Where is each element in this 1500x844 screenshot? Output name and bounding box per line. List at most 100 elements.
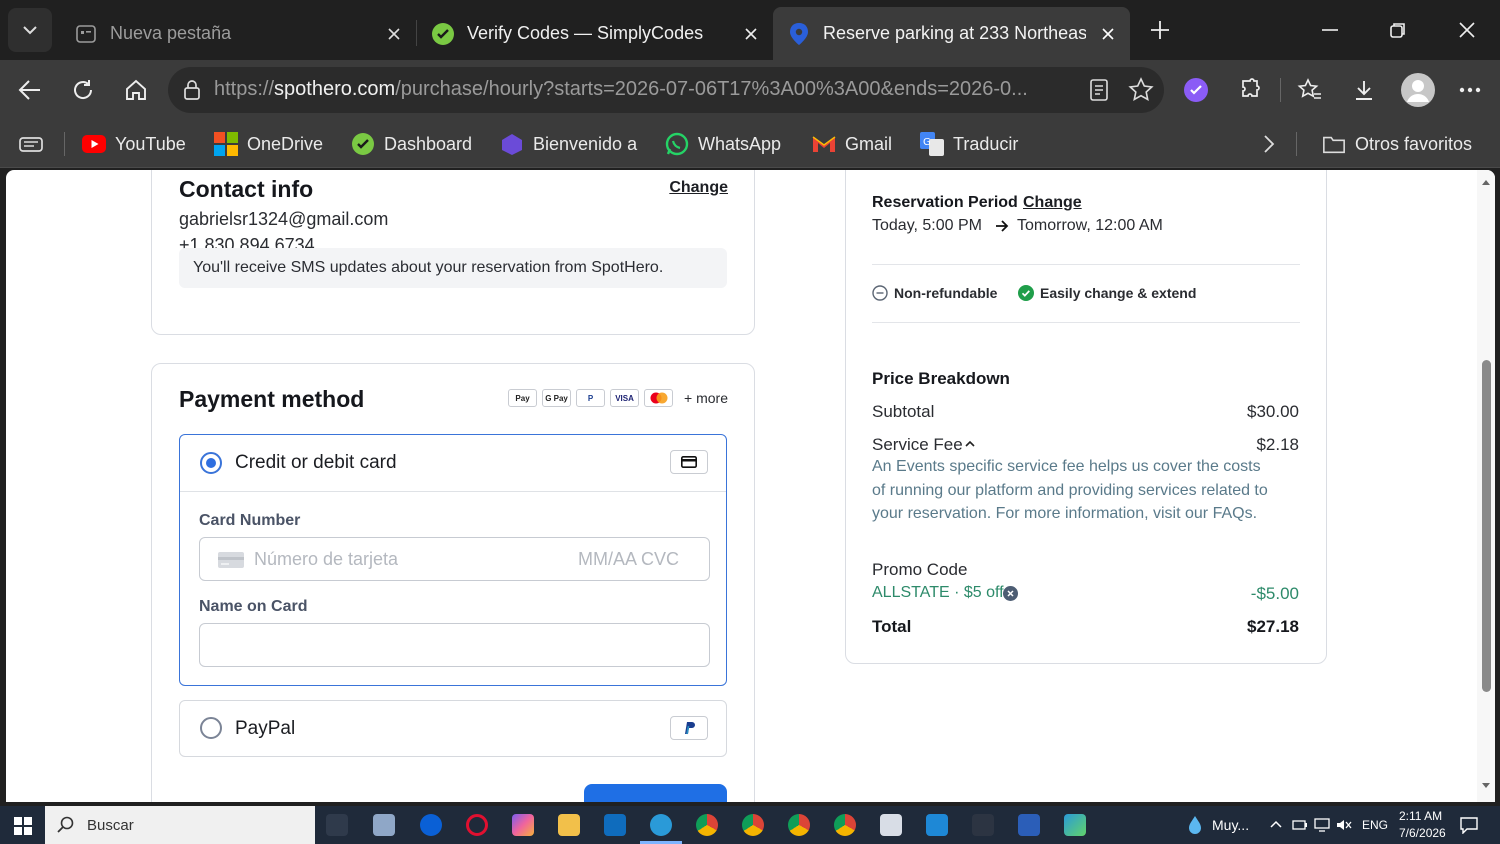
- close-tab-icon[interactable]: [382, 22, 406, 46]
- google-pay-badge: G Pay: [542, 389, 572, 407]
- favorite-dashboard[interactable]: Dashboard: [351, 130, 472, 158]
- task-view-icon[interactable]: [326, 814, 348, 836]
- credit-card-option[interactable]: Credit or debit card Card Number Número …: [179, 434, 727, 686]
- card-number-input[interactable]: Número de tarjeta MM/AA CVC: [199, 537, 710, 581]
- close-icon: [1459, 22, 1475, 38]
- file-explorer-icon[interactable]: [558, 814, 580, 836]
- scrollbar-thumb[interactable]: [1482, 360, 1491, 692]
- tray-chevron-icon[interactable]: [1270, 819, 1282, 829]
- clock-time[interactable]: 2:11 AM: [1399, 809, 1442, 823]
- favorite-star-icon[interactable]: [1128, 77, 1154, 108]
- app-dark-icon[interactable]: [972, 814, 994, 836]
- close-window-button[interactable]: [1447, 10, 1487, 50]
- reader-mode-icon[interactable]: [1088, 78, 1110, 107]
- weather-icon[interactable]: [1184, 814, 1206, 836]
- collections-button[interactable]: [18, 130, 44, 158]
- network-icon[interactable]: [1314, 818, 1330, 832]
- service-fee-label[interactable]: Service Fee: [872, 435, 963, 455]
- contact-email: gabrielsr1324@gmail.com: [179, 209, 389, 229]
- home-button[interactable]: [116, 70, 156, 110]
- opera-icon[interactable]: [466, 814, 488, 836]
- close-tab-icon[interactable]: [739, 22, 763, 46]
- favorite-label: Traducir: [953, 133, 1019, 154]
- tab-actions-button[interactable]: [8, 8, 52, 52]
- windows-taskbar: Buscar Muy... ENG 2:11 AM 7/6/2026: [0, 806, 1500, 844]
- chrome-profile-3-icon[interactable]: [834, 814, 856, 836]
- back-button[interactable]: [10, 70, 50, 110]
- weather-text[interactable]: Muy...: [1212, 817, 1249, 833]
- credit-card-radio[interactable]: [200, 452, 222, 474]
- taskbar-search[interactable]: Buscar: [45, 806, 315, 844]
- remove-promo-icon[interactable]: [1003, 586, 1018, 601]
- reservation-change-link[interactable]: Change: [1023, 194, 1082, 212]
- favorite-gmail[interactable]: Gmail: [812, 130, 892, 158]
- paypal-radio[interactable]: [200, 717, 222, 739]
- tab-simplycodes[interactable]: Verify Codes — SimplyCodes: [417, 7, 773, 60]
- microsoft-icon: [214, 132, 238, 156]
- favorite-label: OneDrive: [247, 133, 324, 154]
- svg-text:G: G: [923, 137, 931, 148]
- paypal-option[interactable]: PayPal: [179, 700, 727, 757]
- simplycodes-extension-button[interactable]: [1176, 70, 1216, 110]
- chevron-down-icon: [23, 26, 37, 35]
- copilot-icon[interactable]: [512, 814, 534, 836]
- menu-button[interactable]: [1450, 70, 1490, 110]
- app-green-icon[interactable]: [1064, 814, 1086, 836]
- reload-icon: [74, 80, 93, 99]
- notification-icon[interactable]: [1460, 816, 1478, 834]
- favorite-bienvenido[interactable]: Bienvenido a: [500, 130, 637, 158]
- language-indicator[interactable]: ENG: [1362, 818, 1388, 832]
- windows-start-icon[interactable]: [14, 817, 32, 835]
- scroll-up-icon[interactable]: [1481, 178, 1491, 186]
- address-bar[interactable]: https://spothero.com/purchase/hourly?sta…: [168, 67, 1164, 113]
- calculator-icon[interactable]: [373, 814, 395, 836]
- paypal-badge: P: [576, 389, 606, 407]
- bluetooth-icon[interactable]: [420, 814, 442, 836]
- battery-icon[interactable]: [1292, 818, 1308, 832]
- page-scrollbar[interactable]: [1477, 170, 1495, 802]
- reload-button[interactable]: [63, 70, 103, 110]
- tab-spothero[interactable]: Reserve parking at 233 Northeast: [773, 7, 1130, 60]
- new-tab-button[interactable]: [1140, 10, 1180, 50]
- promo-code-label: Promo Code: [872, 560, 968, 579]
- extensions-button[interactable]: [1230, 70, 1270, 110]
- favorites-overflow-button[interactable]: [1258, 130, 1278, 158]
- volume-muted-icon[interactable]: [1336, 818, 1352, 832]
- favorite-whatsapp[interactable]: WhatsApp: [665, 130, 781, 158]
- favorites-bar: YouTube OneDrive Dashboard Bienvenido a …: [0, 120, 1500, 168]
- lock-icon[interactable]: [182, 79, 202, 106]
- downloads-button[interactable]: [1344, 70, 1384, 110]
- favorite-youtube[interactable]: YouTube: [82, 130, 186, 158]
- vscode-icon[interactable]: [926, 814, 948, 836]
- chrome-profile-2-icon[interactable]: [788, 814, 810, 836]
- scroll-down-icon[interactable]: [1481, 782, 1491, 790]
- favorite-label: Bienvenido a: [533, 133, 638, 154]
- other-favorites-folder[interactable]: Otros favoritos: [1322, 130, 1472, 158]
- favorites-button[interactable]: [1290, 70, 1330, 110]
- tab-nueva-pestana[interactable]: Nueva pestaña: [60, 7, 416, 60]
- edge-icon[interactable]: [650, 814, 672, 836]
- favorite-traducir[interactable]: G Traducir: [920, 130, 1018, 158]
- close-tab-icon[interactable]: [1096, 22, 1120, 46]
- name-on-card-input[interactable]: [199, 623, 710, 667]
- promo-code-value: -$5.00: [1250, 584, 1299, 603]
- chrome-profile-icon[interactable]: [742, 814, 764, 836]
- app-icon[interactable]: [880, 814, 902, 836]
- outlook-icon[interactable]: [604, 814, 626, 836]
- card-placeholder-icon: [218, 552, 244, 568]
- arrow-right-icon: [996, 220, 1009, 232]
- profile-button[interactable]: [1398, 70, 1438, 110]
- favorite-label: WhatsApp: [698, 133, 782, 154]
- word-icon[interactable]: [1018, 814, 1040, 836]
- chevron-up-icon[interactable]: [965, 440, 975, 448]
- clock-date[interactable]: 7/6/2026: [1399, 826, 1446, 840]
- favorite-onedrive[interactable]: OneDrive: [214, 130, 323, 158]
- confirm-button[interactable]: [584, 784, 727, 802]
- restore-button[interactable]: [1378, 10, 1418, 50]
- chrome-icon[interactable]: [696, 814, 718, 836]
- minimize-button[interactable]: [1310, 10, 1350, 50]
- contact-change-link[interactable]: Change: [669, 179, 728, 197]
- purple-site-icon: [500, 132, 524, 156]
- more-payment-link: + more: [684, 390, 728, 406]
- minimize-icon: [1322, 29, 1338, 31]
